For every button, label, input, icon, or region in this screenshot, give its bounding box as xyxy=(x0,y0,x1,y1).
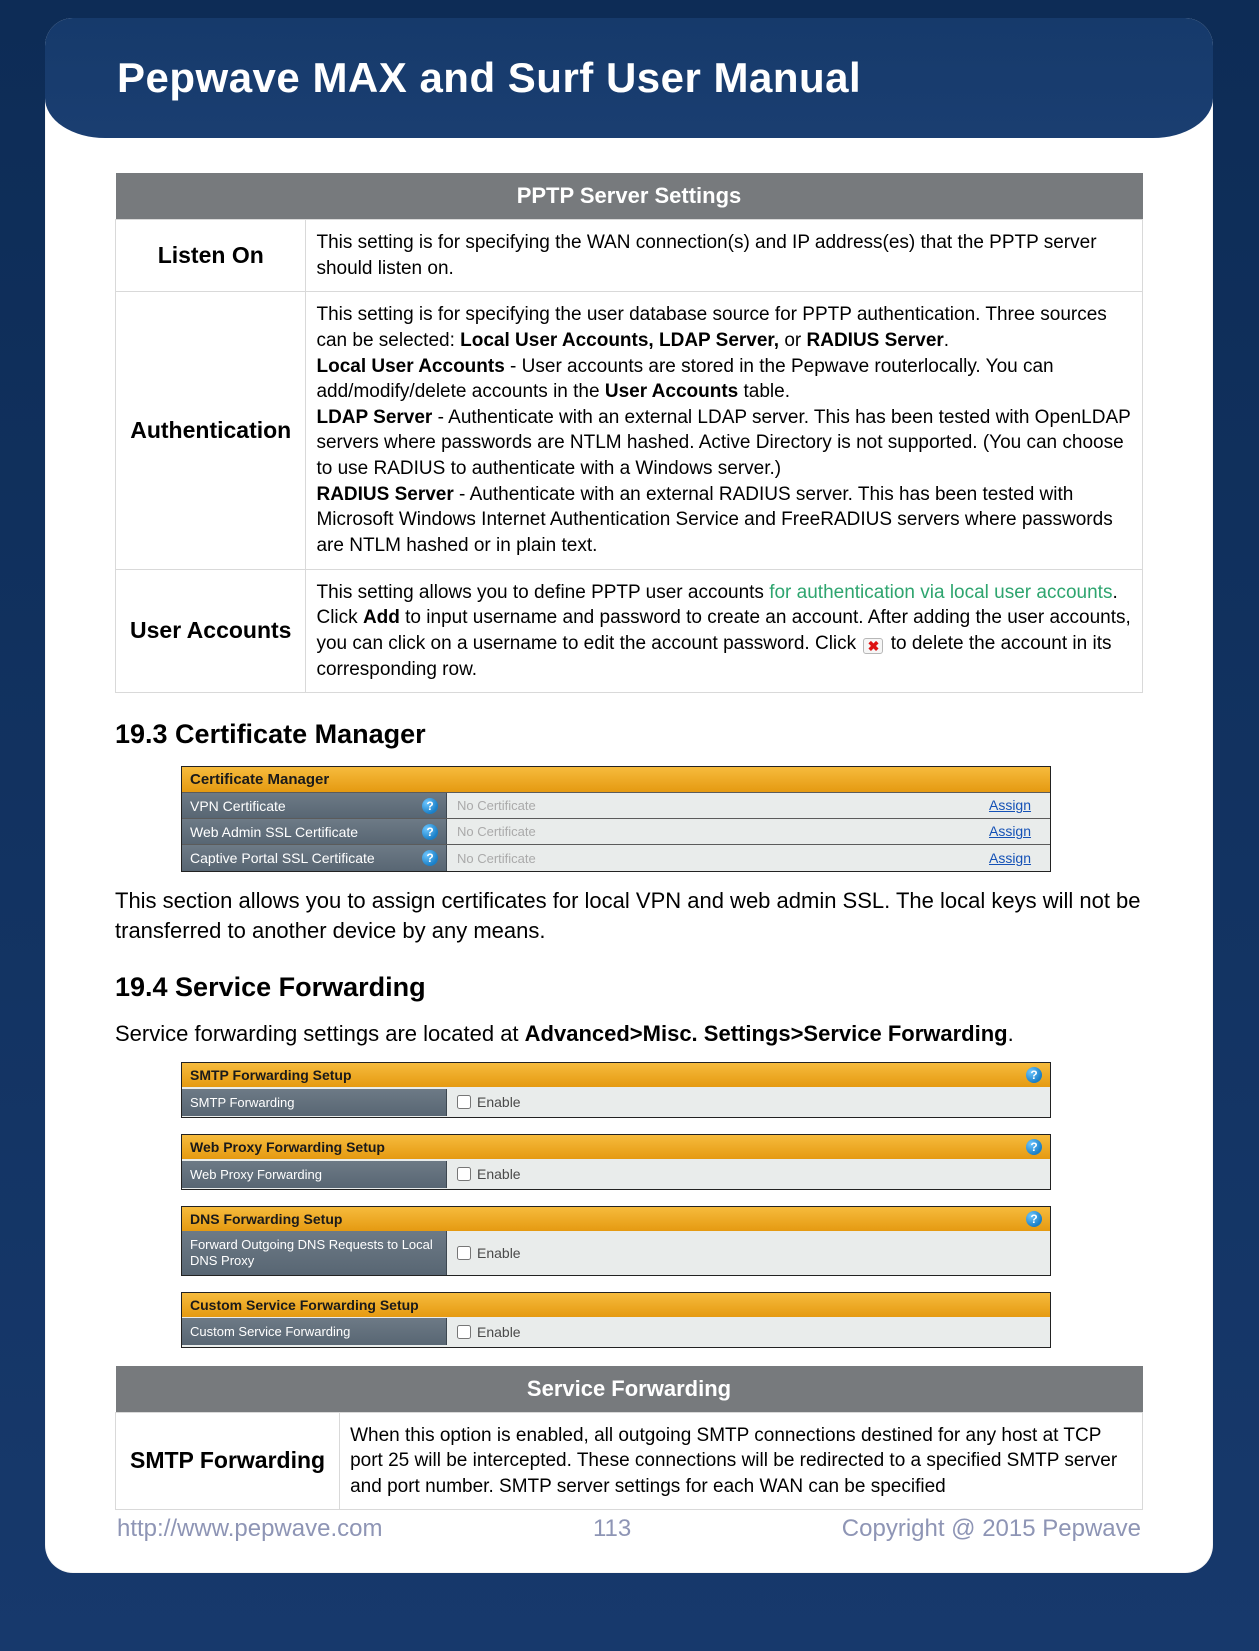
cert-label-text: Captive Portal SSL Certificate xyxy=(190,850,375,866)
auth-local-bold2: User Accounts xyxy=(605,381,738,402)
desc-authentication: This setting is for specifying the user … xyxy=(306,292,1143,569)
svc-row-label: Web Proxy Forwarding xyxy=(182,1161,447,1189)
cert-row-label: Web Admin SSL Certificate ? xyxy=(182,819,447,844)
auth-radius-bold: RADIUS Server xyxy=(807,330,944,351)
svc-row-label: Custom Service Forwarding xyxy=(182,1318,447,1346)
svc-intro-bold: Advanced>Misc. Settings>Service Forwardi… xyxy=(525,1021,1008,1046)
cert-row: VPN Certificate ? No Certificate Assign xyxy=(182,793,1050,819)
svc-intro: Service forwarding settings are located … xyxy=(115,1019,1143,1049)
cert-row: Captive Portal SSL Certificate ? No Cert… xyxy=(182,845,1050,871)
pptp-settings-table: PPTP Server Settings Listen On This sett… xyxy=(115,173,1143,693)
cert-row-value: No Certificate xyxy=(447,798,970,813)
heading-19-4: 19.4 Service Forwarding xyxy=(115,972,1143,1003)
enable-checkbox[interactable] xyxy=(457,1095,471,1109)
footer-copyright: Copyright @ 2015 Pepwave xyxy=(842,1515,1141,1543)
footer-url: http://www.pepwave.com xyxy=(117,1515,382,1543)
auth-ldap-label: LDAP Server xyxy=(316,407,432,428)
document-title: Pepwave MAX and Surf User Manual xyxy=(117,54,861,102)
desc-user-accounts: This setting allows you to define PPTP u… xyxy=(306,569,1143,693)
svc-group-smtp: SMTP Forwarding Setup ? SMTP Forwarding … xyxy=(181,1062,1051,1118)
assign-link[interactable]: Assign xyxy=(989,850,1031,866)
label-user-accounts: User Accounts xyxy=(116,569,306,693)
row-smtp-forwarding: SMTP Forwarding When this option is enab… xyxy=(116,1412,1143,1510)
desc-smtp-forwarding: When this option is enabled, all outgoin… xyxy=(340,1412,1143,1510)
delete-icon: ✖ xyxy=(863,638,883,654)
auth-ldap-text: - Authenticate with an external LDAP ser… xyxy=(316,407,1130,479)
svc-group-title: Web Proxy Forwarding Setup ? xyxy=(182,1135,1050,1159)
pptp-table-title: PPTP Server Settings xyxy=(116,173,1143,220)
svc-title-text: SMTP Forwarding Setup xyxy=(190,1067,352,1083)
svc-group-custom: Custom Service Forwarding Setup Custom S… xyxy=(181,1292,1051,1348)
cert-row-label: Captive Portal SSL Certificate ? xyxy=(182,845,447,871)
enable-checkbox[interactable] xyxy=(457,1246,471,1260)
enable-label: Enable xyxy=(477,1324,521,1340)
row-user-accounts: User Accounts This setting allows you to… xyxy=(116,569,1143,693)
svc-title-text: DNS Forwarding Setup xyxy=(190,1211,342,1227)
help-icon[interactable]: ? xyxy=(1026,1139,1042,1155)
label-smtp-forwarding: SMTP Forwarding xyxy=(116,1412,340,1510)
desc-listen-on: This setting is for specifying the WAN c… xyxy=(306,220,1143,292)
cert-label-text: VPN Certificate xyxy=(190,798,286,814)
ua-pre: This setting allows you to define PPTP u… xyxy=(316,582,769,603)
enable-checkbox[interactable] xyxy=(457,1167,471,1181)
page-content: PPTP Server Settings Listen On This sett… xyxy=(115,173,1143,1483)
cert-row-value: No Certificate xyxy=(447,851,970,866)
enable-label: Enable xyxy=(477,1245,521,1261)
svc-title-text: Custom Service Forwarding Setup xyxy=(190,1297,419,1313)
svc-intro-pre: Service forwarding settings are located … xyxy=(115,1021,525,1046)
assign-link[interactable]: Assign xyxy=(989,823,1031,839)
ua-add-bold: Add xyxy=(363,607,400,628)
service-forwarding-screenshot: SMTP Forwarding Setup ? SMTP Forwarding … xyxy=(181,1062,1051,1347)
assign-link[interactable]: Assign xyxy=(989,797,1031,813)
auth-radius-label: RADIUS Server xyxy=(316,484,453,505)
ua-green: for authentication via local user accoun… xyxy=(769,582,1112,603)
auth-sources-bold: Local User Accounts, LDAP Server, xyxy=(460,330,779,351)
enable-label: Enable xyxy=(477,1166,521,1182)
label-authentication: Authentication xyxy=(116,292,306,569)
cert-row-label: VPN Certificate ? xyxy=(182,793,447,818)
svc-row-label: SMTP Forwarding xyxy=(182,1089,447,1117)
page-card: Pepwave MAX and Surf User Manual PPTP Se… xyxy=(45,18,1213,1573)
svc-title-text: Web Proxy Forwarding Setup xyxy=(190,1139,385,1155)
svc-group-webproxy: Web Proxy Forwarding Setup ? Web Proxy F… xyxy=(181,1134,1051,1190)
svc-group-title: Custom Service Forwarding Setup xyxy=(182,1293,1050,1317)
cert-row: Web Admin SSL Certificate ? No Certifica… xyxy=(182,819,1050,845)
heading-19-3: 19.3 Certificate Manager xyxy=(115,719,1143,750)
help-icon[interactable]: ? xyxy=(422,850,438,866)
cert-label-text: Web Admin SSL Certificate xyxy=(190,824,358,840)
svc-intro-post: . xyxy=(1008,1021,1014,1046)
certificate-manager-screenshot: Certificate Manager VPN Certificate ? No… xyxy=(181,766,1051,872)
svc-group-dns: DNS Forwarding Setup ? Forward Outgoing … xyxy=(181,1206,1051,1275)
row-authentication: Authentication This setting is for speci… xyxy=(116,292,1143,569)
enable-checkbox[interactable] xyxy=(457,1325,471,1339)
svc-group-title: SMTP Forwarding Setup ? xyxy=(182,1063,1050,1087)
enable-label: Enable xyxy=(477,1094,521,1110)
page-footer: http://www.pepwave.com 113 Copyright @ 2… xyxy=(117,1515,1141,1543)
help-icon[interactable]: ? xyxy=(422,798,438,814)
svc-group-title: DNS Forwarding Setup ? xyxy=(182,1207,1050,1231)
footer-page-number: 113 xyxy=(382,1515,841,1543)
cert-paragraph: This section allows you to assign certif… xyxy=(115,886,1143,945)
help-icon[interactable]: ? xyxy=(422,824,438,840)
auth-period: . xyxy=(944,330,949,351)
auth-or: or xyxy=(779,330,806,351)
cert-title: Certificate Manager xyxy=(182,767,1050,793)
auth-local-tail: table. xyxy=(738,381,790,402)
svc-row-label: Forward Outgoing DNS Requests to Local D… xyxy=(182,1231,447,1274)
help-icon[interactable]: ? xyxy=(1026,1211,1042,1227)
label-listen-on: Listen On xyxy=(116,220,306,292)
header-band: Pepwave MAX and Surf User Manual xyxy=(45,18,1213,138)
svc-table-title: Service Forwarding xyxy=(116,1366,1143,1413)
service-forwarding-table: Service Forwarding SMTP Forwarding When … xyxy=(115,1366,1143,1511)
cert-row-value: No Certificate xyxy=(447,824,970,839)
help-icon[interactable]: ? xyxy=(1026,1067,1042,1083)
auth-local-label: Local User Accounts xyxy=(316,356,504,377)
row-listen-on: Listen On This setting is for specifying… xyxy=(116,220,1143,292)
